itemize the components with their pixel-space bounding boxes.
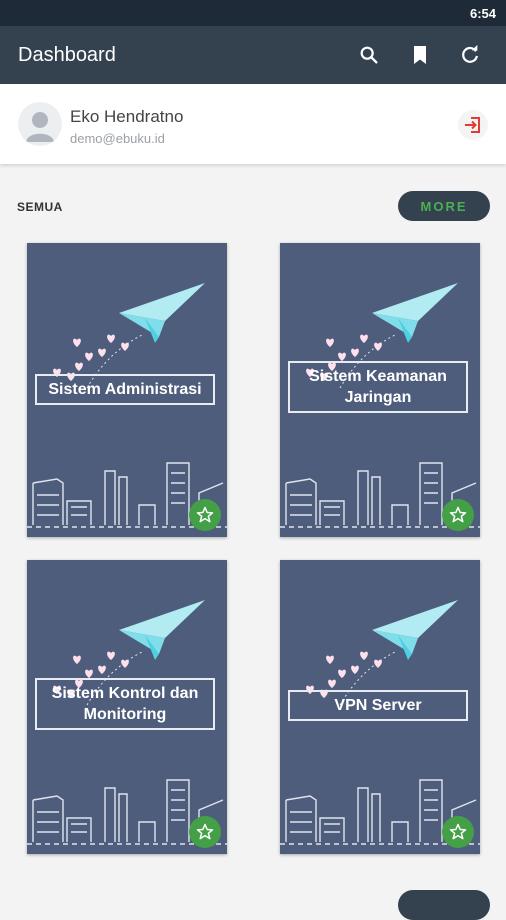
book-title: Sistem Keamanan Jaringan (288, 361, 468, 413)
book-card-vpn-server[interactable]: VPN Server (280, 560, 480, 854)
book-card-sistem-keamanan-jaringan[interactable]: Sistem Keamanan Jaringan (280, 243, 480, 537)
profile-email: demo@ebuku.id (70, 131, 165, 146)
star-icon (196, 823, 214, 840)
status-bar: 6:54 (0, 0, 506, 26)
book-card-sistem-kontrol-dan-monitoring[interactable]: Sistem Kontrol dan Monitoring (27, 560, 227, 854)
avatar (18, 102, 62, 146)
book-title: Sistem Administrasi (35, 374, 215, 405)
book-title: Sistem Kontrol dan Monitoring (35, 678, 215, 730)
profile-name: Eko Hendratno (70, 107, 184, 126)
refresh-button[interactable] (456, 41, 484, 69)
favorite-button[interactable] (189, 816, 221, 848)
favorite-button[interactable] (189, 499, 221, 531)
bookmark-icon (414, 46, 426, 64)
star-icon (196, 506, 214, 523)
book-title: VPN Server (288, 690, 468, 721)
status-time: 6:54 (469, 6, 496, 21)
more-button-partial[interactable] (398, 890, 490, 920)
bookmark-button[interactable] (406, 41, 434, 69)
app-bar: Dashboard (0, 26, 506, 84)
star-icon (449, 823, 467, 840)
search-button[interactable] (355, 41, 383, 69)
star-icon (449, 506, 467, 523)
refresh-icon (462, 44, 478, 63)
search-icon (360, 46, 378, 64)
logout-icon (465, 117, 480, 133)
avatar-icon (26, 112, 54, 142)
more-button[interactable]: MORE (398, 191, 490, 221)
favorite-button[interactable] (442, 816, 474, 848)
book-card-sistem-administrasi[interactable]: Sistem Administrasi (27, 243, 227, 537)
profile-card: Eko Hendratno demo@ebuku.id (0, 84, 506, 164)
section-title: SEMUA (17, 200, 63, 214)
page-title: Dashboard (18, 44, 116, 66)
favorite-button[interactable] (442, 499, 474, 531)
logout-button[interactable] (458, 110, 488, 140)
